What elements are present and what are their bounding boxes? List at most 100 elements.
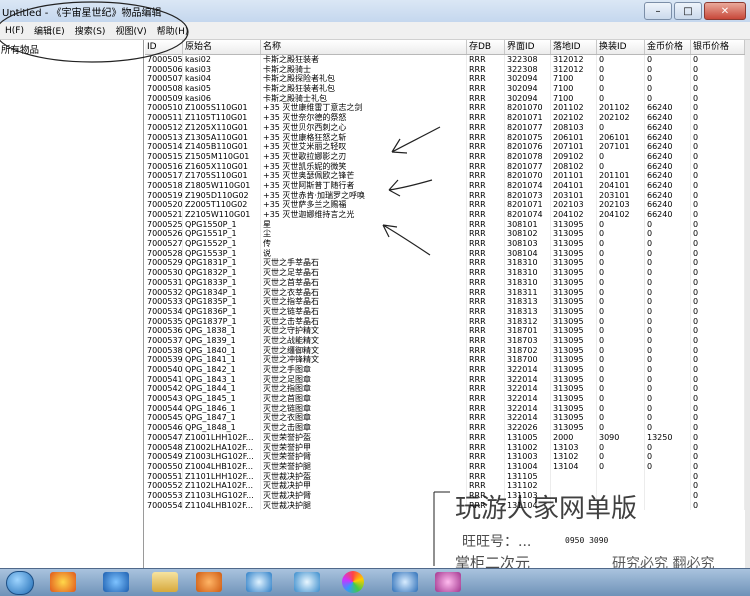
table-row[interactable]: 7000536 QPG_1838_1 灭世之守护精文 RRR 318701 313095 0… bbox=[145, 326, 745, 336]
table-cell: Z1004LHB102F... bbox=[183, 461, 261, 472]
table-row[interactable]: 7000537 QPG_1839_1 灭世之战能精文 RRR 318703 313095 0… bbox=[145, 335, 745, 346]
table-row[interactable]: 7000532 QPG1834P_1 灭世之衣莘晶石 RRR 318311 313095 0… bbox=[145, 287, 745, 298]
table-cell: 313095 bbox=[551, 258, 597, 269]
table-cell: 0 bbox=[645, 326, 691, 336]
table-row[interactable]: 7000509 kasi06 卡斯之殿骑士礼包 RRR 302094 7100 0 0 0 bbox=[145, 93, 745, 104]
table-row[interactable]: 7000552 Z1102LHA102F... 灭世裁决护甲 RRR 131102 0 bbox=[145, 481, 745, 491]
table-row[interactable]: 7000514 Z1405B110G01 +35 灭世艾米丽之轻叹 RRR 820107… bbox=[145, 142, 745, 152]
table-cell: 灭世荣誉护臂 bbox=[261, 452, 467, 462]
table-row[interactable]: 7000538 QPG_1840_1 灭世之缰御精文 RRR 318702 313095 0… bbox=[145, 345, 745, 356]
col-header-ui-id[interactable]: 界面ID bbox=[505, 40, 551, 54]
table-row[interactable]: 7000550 Z1004LHB102F... 灭世荣誉护腿 RRR 131004 131… bbox=[145, 461, 745, 472]
table-row[interactable]: 7000548 Z1002LHA102F... 灭世荣誉护甲 RRR 131002 131… bbox=[145, 442, 745, 453]
table-row[interactable]: 7000516 Z1605X110G01 +35 灭世凯乐妮的微笑 RRR 820107… bbox=[145, 161, 745, 172]
menu-view[interactable]: 视图(V) bbox=[110, 24, 151, 37]
table-cell: 0 bbox=[597, 413, 645, 424]
qq-icon[interactable] bbox=[50, 572, 76, 592]
table-row[interactable]: 7000549 Z1003LHG102F... 灭世荣誉护臂 RRR 131003 131… bbox=[145, 452, 745, 462]
col-header-id[interactable]: ID bbox=[145, 40, 183, 54]
ie-icon[interactable] bbox=[103, 572, 129, 592]
col-header-original-name[interactable]: 原始名 bbox=[183, 40, 261, 54]
table-row[interactable]: 7000513 Z1305A110G01 +35 灭世康格狂怒之斩 RRR 820107… bbox=[145, 132, 745, 143]
table-row[interactable]: 7000530 QPG1832P_1 灭世之足莘晶石 RRR 318310 313095 0… bbox=[145, 268, 745, 278]
table-row[interactable]: 7000535 QPG1837P_1 灭世之击莘晶石 RRR 318312 313095 0… bbox=[145, 316, 745, 327]
table-row[interactable]: 7000511 Z1105T110G01 +35 灭世奈尔德的祭怒 RRR 820107… bbox=[145, 113, 745, 123]
color-wheel-icon[interactable] bbox=[342, 571, 364, 593]
table-row[interactable]: 7000521 Z2105W110G01 +35 灭世迦娜维持言之光 RRR 82010… bbox=[145, 210, 745, 220]
close-button[interactable]: ✕ bbox=[704, 2, 746, 20]
table-row[interactable]: 7000541 QPG_1843_1 灭世之足图章 RRR 322014 313095 0 0… bbox=[145, 374, 745, 385]
vertical-scrollbar[interactable] bbox=[745, 40, 750, 568]
table-row[interactable]: 7000517 Z1705S110G01 +35 灭世奥瑟佩欧之锋芒 RRR 82010… bbox=[145, 171, 745, 181]
search-app-icon[interactable] bbox=[392, 572, 418, 592]
table-cell: 0 bbox=[691, 481, 745, 491]
table-row[interactable]: 7000506 kasi03 卡斯之殿骑士 RRR 322308 312012 0 0 0 bbox=[145, 64, 745, 75]
table-row[interactable]: 7000544 QPG_1846_1 灭世之链图章 RRR 322014 313095 0 0… bbox=[145, 403, 745, 414]
table-cell: 0 bbox=[691, 103, 745, 114]
table-cell: 0 bbox=[691, 55, 745, 65]
table-cell: 0 bbox=[597, 64, 645, 75]
table-cell: 207101 bbox=[597, 142, 645, 152]
table-row[interactable]: 7000551 Z1101LHH102F... 灭世裁决护盔 RRR 131105 0 bbox=[145, 471, 745, 482]
media-player-icon[interactable] bbox=[196, 572, 222, 592]
table-row[interactable]: 7000540 QPG_1842_1 灭世之手图章 RRR 322014 313095 0 0… bbox=[145, 365, 745, 375]
table-cell: Z2105W110G01 bbox=[183, 210, 261, 220]
explorer-icon[interactable] bbox=[152, 572, 178, 592]
table-row[interactable]: 7000508 kasi05 卡斯之殿狂装者礼包 RRR 302094 7100 0 0 0 bbox=[145, 84, 745, 94]
table-row[interactable]: 7000525 QPG1550P_1 星 RRR 308101 313095 0 0 0 bbox=[145, 219, 745, 230]
table-row[interactable]: 7000518 Z1805W110G01 +35 灭世阿斯普丁随行者 RRR 82010… bbox=[145, 180, 745, 191]
col-header-name[interactable]: 名称 bbox=[261, 40, 467, 54]
table-row[interactable]: 7000545 QPG_1847_1 灭世之衣图章 RRR 322014 313095 0 0… bbox=[145, 413, 745, 424]
app-p-icon[interactable] bbox=[246, 572, 272, 592]
table-row[interactable]: 7000542 QPG_1844_1 灭世之指图章 RRR 322014 313095 0 0… bbox=[145, 384, 745, 395]
menu-search[interactable]: 搜索(S) bbox=[70, 24, 111, 37]
col-header-store-db[interactable]: 存DB bbox=[467, 40, 505, 54]
table-row[interactable]: 7000515 Z1505M110G01 +35 灭世歌拉娜影之刃 RRR 820107… bbox=[145, 151, 745, 162]
menu-edit[interactable]: 编辑(E) bbox=[29, 24, 70, 37]
table-row[interactable]: 7000520 Z2005T110G02 +35 灭世萨多兰之赐福 RRR 820107… bbox=[145, 200, 745, 210]
table-row[interactable]: 7000534 QPG1836P_1 灭世之链莘晶石 RRR 318313 313095 0… bbox=[145, 306, 745, 317]
table-cell: 0 bbox=[645, 258, 691, 269]
table-row[interactable]: 7000512 Z1205X110G01 +35 灭世贝尔西刺之心 RRR 820107… bbox=[145, 122, 745, 133]
table-row[interactable]: 7000533 QPG1835P_1 灭世之指莘晶石 RRR 318313 313095 0… bbox=[145, 297, 745, 307]
tree-root-all-items[interactable]: 所有物品 bbox=[1, 42, 39, 56]
table-row[interactable]: 7000528 QPG1553P_1 说 RRR 308104 313095 0 0 0 bbox=[145, 248, 745, 259]
table-cell bbox=[645, 500, 691, 511]
maximize-button[interactable]: □ bbox=[674, 2, 702, 20]
table-cell: 322014 bbox=[505, 403, 551, 414]
menu-file[interactable]: H(F) bbox=[0, 26, 29, 36]
table-cell: kasi03 bbox=[183, 64, 261, 75]
table-row[interactable]: 7000505 kasi02 卡斯之殿狂装者 RRR 322308 312012 0 0 0 bbox=[145, 55, 745, 65]
app-sync-icon[interactable] bbox=[294, 572, 320, 592]
table-row[interactable]: 7000529 QPG1831P_1 灭世之手莘晶石 RRR 318310 313095 0… bbox=[145, 258, 745, 269]
table-cell: 0 bbox=[645, 316, 691, 327]
col-header-silver-price[interactable]: 银币价格 bbox=[691, 40, 745, 54]
table-cell: 0 bbox=[691, 345, 745, 356]
table-row[interactable]: 7000543 QPG_1845_1 灭世之首图章 RRR 322014 313095 0 0… bbox=[145, 394, 745, 404]
table-cell: 7000525 bbox=[147, 219, 183, 230]
start-orb-icon[interactable] bbox=[6, 571, 34, 595]
table-row[interactable]: 7000554 Z1104LHB102F... 灭世裁决护腿 RRR 131104 0 bbox=[145, 500, 745, 511]
table-cell: 322026 bbox=[505, 423, 551, 433]
table-cell: 204101 bbox=[551, 180, 597, 191]
table-cell: 0 bbox=[645, 461, 691, 472]
col-header-drop-id[interactable]: 落地ID bbox=[551, 40, 597, 54]
table-row[interactable]: 7000519 Z1905D110G02 +35 灭世赤肯·加瑞罗之呼唤 RRR 820… bbox=[145, 190, 745, 201]
table-cell: RRR bbox=[467, 210, 505, 220]
table-row[interactable]: 7000531 QPG1833P_1 灭世之首莘晶石 RRR 318310 313095 0… bbox=[145, 277, 745, 288]
minimize-button[interactable]: – bbox=[644, 2, 672, 20]
table-row[interactable]: 7000553 Z1103LHG102F... 灭世裁决护臂 RRR 131103 0 bbox=[145, 490, 745, 501]
table-row[interactable]: 7000546 QPG_1848_1 灭世之击图章 RRR 322026 313095 0 0… bbox=[145, 423, 745, 433]
col-header-gold-price[interactable]: 金币价格 bbox=[645, 40, 691, 54]
table-row[interactable]: 7000510 Z1005S110G01 +35 灭世康维雷丁意志之剑 RRR 8201… bbox=[145, 103, 745, 114]
game-icon[interactable] bbox=[435, 572, 461, 592]
table-row[interactable]: 7000526 QPG1551P_1 尘 RRR 308102 313095 0 0 0 bbox=[145, 229, 745, 240]
table-cell: 灭世之指图章 bbox=[261, 384, 467, 395]
col-header-costume-id[interactable]: 换装ID bbox=[597, 40, 645, 54]
menu-help[interactable]: 帮助(H) bbox=[152, 24, 194, 37]
table-cell: 0 bbox=[597, 326, 645, 336]
table-row[interactable]: 7000507 kasi04 卡斯之殿探险者礼包 RRR 302094 7100 0 0 0 bbox=[145, 74, 745, 85]
table-row[interactable]: 7000527 QPG1552P_1 传 RRR 308103 313095 0 0 0 bbox=[145, 239, 745, 249]
table-row[interactable]: 7000539 QPG_1841_1 灭世之冲锋精文 RRR 318700 313095 0… bbox=[145, 355, 745, 365]
table-row[interactable]: 7000547 Z1001LHH102F... 灭世荣誉护盔 RRR 131005 200… bbox=[145, 432, 745, 443]
